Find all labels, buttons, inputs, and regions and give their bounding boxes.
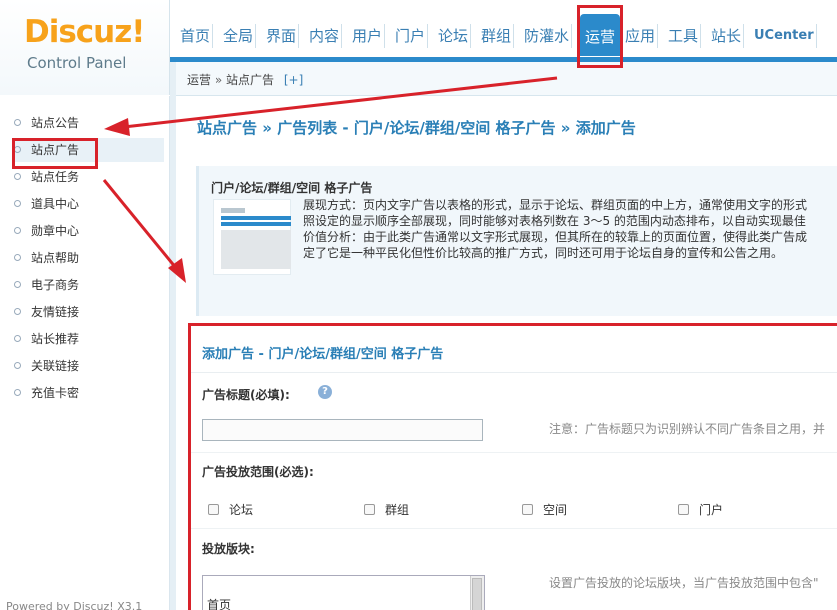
logo[interactable]: Discuz! Control Panel	[0, 0, 170, 95]
sidebar-item-label: 充值卡密	[31, 386, 80, 400]
nav-group[interactable]: 群组	[479, 24, 515, 48]
scope-space-checkbox[interactable]: 空间	[519, 502, 567, 518]
sidebar-item-label: 关联链接	[31, 359, 80, 373]
nav-portal[interactable]: 门户	[393, 24, 429, 48]
list-scrollbar[interactable]	[470, 576, 484, 610]
scope-group-checkbox[interactable]: 群组	[361, 502, 409, 518]
top-nav: 首页 全局 界面 内容 用户 门户 论坛 群组 防灌水 运营 应用 工具 站长 …	[170, 0, 837, 62]
ad-title-note: 注意：广告标题只为识别辨认不同广告条目之用，并	[549, 422, 826, 436]
block-option[interactable]: 首页	[207, 596, 231, 610]
sidebar-item-medals[interactable]: 勋章中心	[14, 219, 164, 243]
nav-founder[interactable]: 站长	[709, 24, 745, 48]
add-ad-form: 添加广告 - 门户/论坛/群组/空间 格子广告 广告标题(必填): ? 注意：广…	[188, 323, 837, 610]
sub-header: 运营 » 站点广告 [+]	[176, 62, 837, 96]
nav-content[interactable]: 内容	[307, 24, 343, 48]
sidebar-item-label: 站点公告	[31, 116, 80, 130]
ad-preview-image	[213, 199, 291, 275]
page-title: 站点广告 » 广告列表 - 门户/论坛/群组/空间 格子广告 » 添加广告	[197, 117, 636, 138]
sidebar-item-related-links[interactable]: 关联链接	[14, 354, 164, 378]
ad-type-description: 展现方式：页内文字广告以表格的形式，显示于论坛、群组页面的中上方，通常使用文字的…	[303, 198, 808, 260]
sidebar-item-label: 站长推荐	[31, 332, 80, 346]
logo-text: Discuz!	[24, 14, 145, 50]
breadcrumb-section[interactable]: 运营	[187, 73, 211, 87]
checkbox-icon	[522, 504, 533, 515]
sidebar-item-label: 勋章中心	[31, 224, 80, 238]
block-note: 设置广告投放的论坛版块，当广告投放范围中包含"	[549, 576, 819, 590]
bullet-icon	[14, 308, 21, 315]
annotation-highlight-box	[12, 138, 98, 169]
sidebar-item-label: 站点帮助	[31, 251, 80, 265]
breadcrumb: 运营 » 站点广告 [+]	[187, 71, 303, 88]
sidebar-item-recommend[interactable]: 站长推荐	[14, 327, 164, 351]
ad-type-title: 门户/论坛/群组/空间 格子广告	[211, 181, 373, 195]
title-crumb-ads[interactable]: 站点广告	[197, 119, 257, 137]
sidebar-item-props[interactable]: 道具中心	[14, 192, 164, 216]
powered-by[interactable]: Powered by Discuz! X3.1	[6, 600, 142, 610]
help-icon[interactable]: ?	[318, 385, 332, 399]
scope-label: 广告投放范围(必选):	[202, 465, 314, 479]
block-label: 投放版块:	[202, 542, 255, 556]
sidebar-item-label: 电子商务	[31, 278, 80, 292]
nav-antispam[interactable]: 防灌水	[522, 24, 573, 48]
ad-type-info: 门户/论坛/群组/空间 格子广告 展现方式：页内文字广告以表格的形式，显示于论坛…	[196, 166, 837, 316]
breadcrumb-separator: »	[214, 73, 223, 87]
logo-subtitle: Control Panel	[27, 54, 127, 72]
scope-portal-checkbox[interactable]: 门户	[675, 502, 723, 518]
ad-title-label: 广告标题(必填):	[202, 388, 290, 402]
sidebar-item-label: 友情链接	[31, 305, 80, 319]
title-crumb-add: 添加广告	[575, 119, 636, 137]
sidebar-item-links[interactable]: 友情链接	[14, 300, 164, 324]
add-shortcut-button[interactable]: [+]	[284, 73, 303, 87]
annotation-highlight-box	[577, 5, 623, 68]
form-title: 添加广告 - 门户/论坛/群组/空间 格子广告	[202, 347, 444, 362]
sidebar-item-ecommerce[interactable]: 电子商务	[14, 273, 164, 297]
bullet-icon	[14, 227, 21, 234]
nav-ucenter[interactable]: UCenter	[752, 24, 817, 48]
block-select-list[interactable]: 首页	[202, 575, 485, 610]
title-separator: »	[262, 119, 272, 137]
nav-apps[interactable]: 应用	[623, 24, 659, 48]
bullet-icon	[14, 335, 21, 342]
sidebar-item-announcements[interactable]: 站点公告	[14, 111, 164, 135]
bullet-icon	[14, 281, 21, 288]
bullet-icon	[14, 389, 21, 396]
checkbox-icon	[678, 504, 689, 515]
bullet-icon	[14, 254, 21, 261]
nav-forum[interactable]: 论坛	[436, 24, 472, 48]
checkbox-icon	[364, 504, 375, 515]
bullet-icon	[14, 362, 21, 369]
nav-interface[interactable]: 界面	[264, 24, 300, 48]
ad-title-input[interactable]	[202, 419, 483, 441]
nav-home[interactable]: 首页	[178, 24, 214, 48]
sidebar-item-help[interactable]: 站点帮助	[14, 246, 164, 270]
sidebar-item-label: 道具中心	[31, 197, 80, 211]
sidebar-item-label: 站点任务	[31, 170, 80, 184]
title-crumb-list[interactable]: 广告列表 - 门户/论坛/群组/空间 格子广告	[277, 119, 555, 137]
sidebar-item-cards[interactable]: 充值卡密	[14, 381, 164, 405]
checkbox-icon	[208, 504, 219, 515]
bullet-icon	[14, 119, 21, 126]
breadcrumb-page: 站点广告	[226, 73, 275, 87]
bullet-icon	[14, 173, 21, 180]
nav-global[interactable]: 全局	[221, 24, 257, 48]
nav-tools[interactable]: 工具	[666, 24, 702, 48]
main-content: 站点广告 » 广告列表 - 门户/论坛/群组/空间 格子广告 » 添加广告 门户…	[176, 96, 837, 610]
sidebar: 站点公告 站点广告 站点任务 道具中心 勋章中心 站点帮助 电子商务 友情链接 …	[0, 96, 170, 610]
bullet-icon	[14, 200, 21, 207]
title-separator: »	[560, 119, 571, 137]
scope-forum-checkbox[interactable]: 论坛	[205, 502, 253, 518]
nav-users[interactable]: 用户	[350, 24, 386, 48]
